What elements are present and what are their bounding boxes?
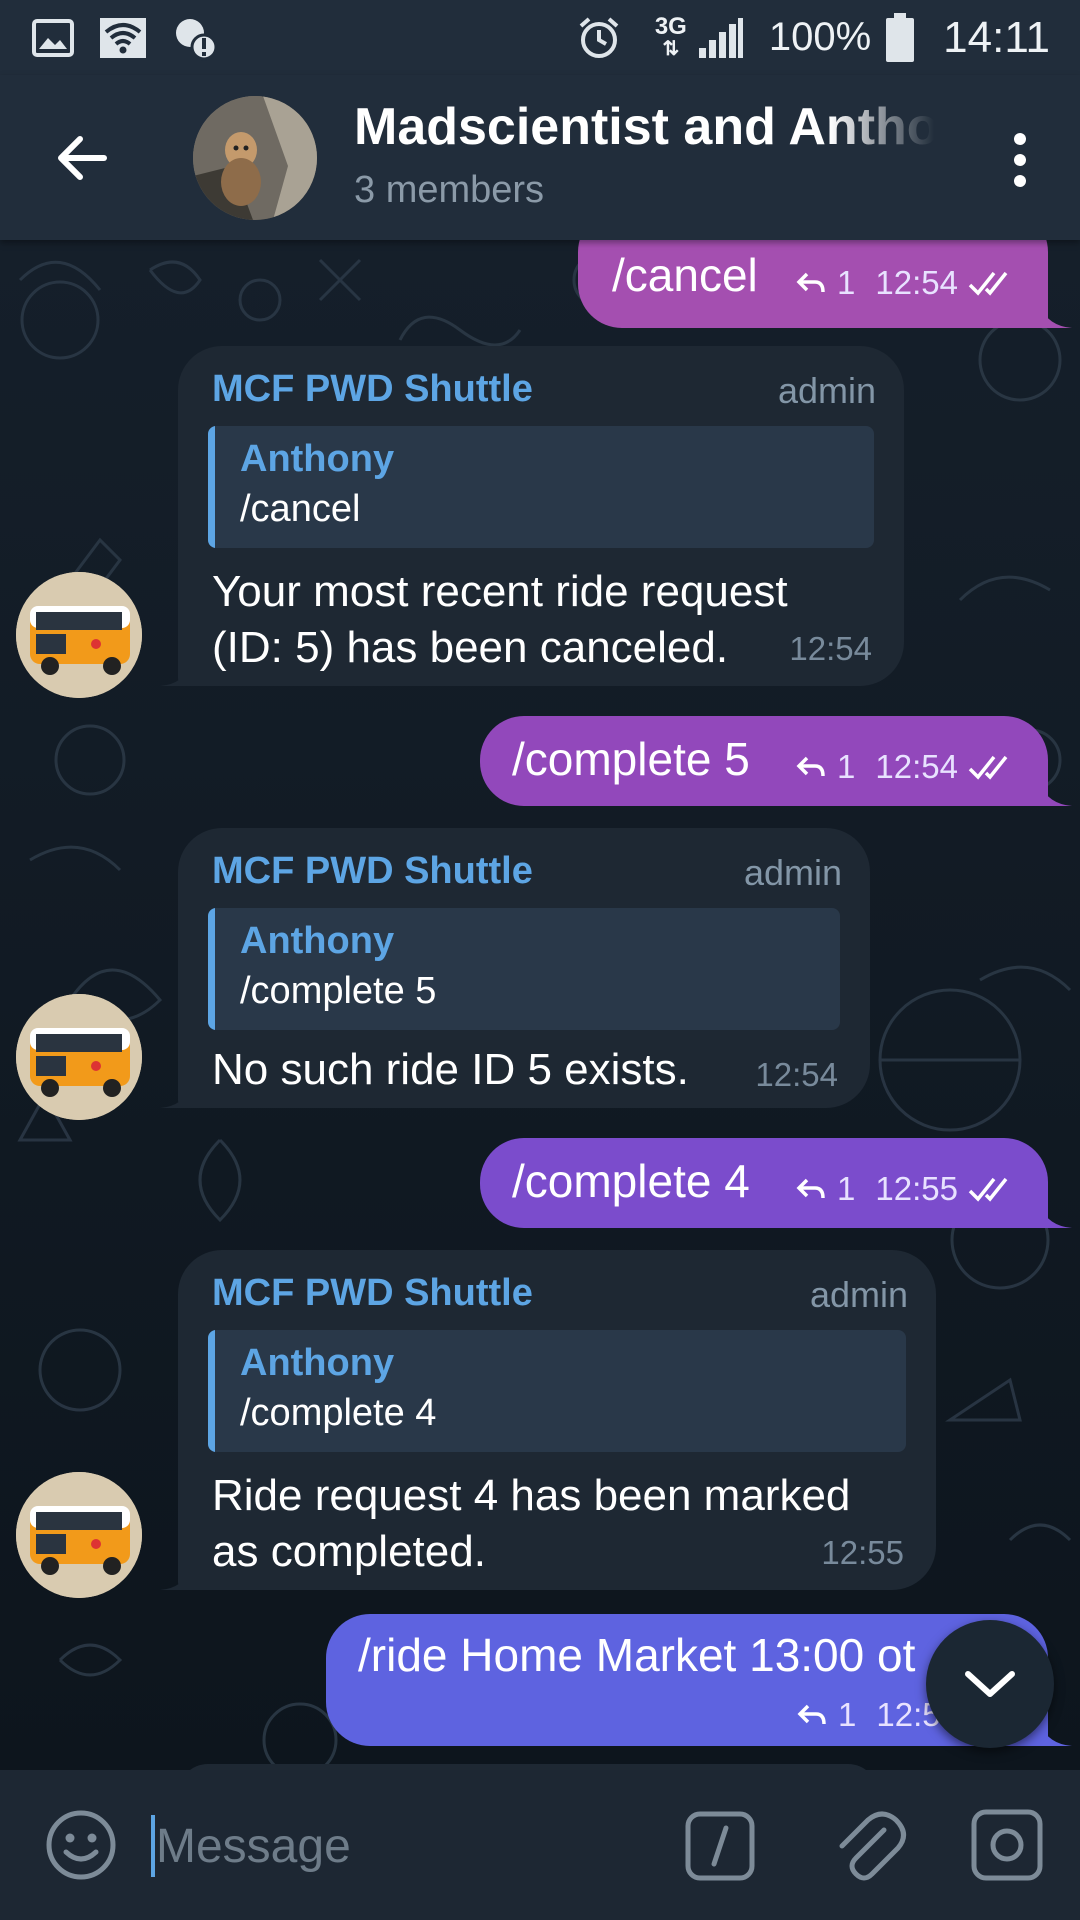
incoming-message[interactable]: MCF PWD Shuttle admin Anthony /complete … xyxy=(178,828,870,1108)
emoji-button[interactable] xyxy=(44,1808,118,1882)
reply-quote[interactable]: Anthony /complete 4 xyxy=(208,1330,906,1452)
message-time: 12:54 xyxy=(875,264,958,301)
admin-badge: admin xyxy=(743,852,842,893)
wifi-icon xyxy=(100,17,146,58)
group-avatar[interactable] xyxy=(193,96,317,220)
bubble-tail xyxy=(1040,1724,1072,1746)
outgoing-message[interactable]: /complete 5 1 12:54 xyxy=(480,716,1048,806)
double-check-icon xyxy=(968,271,1008,296)
incoming-message[interactable]: MCF PWD Shuttle admin Anthony /cancel Yo… xyxy=(178,346,904,686)
reply-icon xyxy=(796,1178,825,1199)
bot-commands-button[interactable] xyxy=(684,1810,756,1882)
clock: 14:11 xyxy=(943,12,1050,62)
paperclip-icon xyxy=(839,1811,906,1881)
message-text: No such ride ID 5 exists. xyxy=(212,1045,689,1094)
reply-count: 1 xyxy=(837,748,856,785)
slash-command-icon xyxy=(685,1811,755,1881)
gallery-icon xyxy=(32,18,74,57)
admin-badge: admin xyxy=(777,370,876,411)
alarm-icon xyxy=(575,14,623,62)
message-meta: 1 12:54 xyxy=(795,264,1018,302)
double-check-icon xyxy=(968,755,1008,780)
sender-name[interactable]: MCF PWD Shuttle xyxy=(212,368,533,411)
incoming-message[interactable]: MCF PWD Shuttle admin Anthony /complete … xyxy=(178,1250,936,1590)
camera-icon xyxy=(971,1809,1043,1881)
message-time: 12:54 xyxy=(755,1056,838,1093)
camera-button[interactable] xyxy=(970,1808,1044,1882)
message-time: 12:55 xyxy=(875,1170,958,1207)
message-meta: 1 12:54 xyxy=(795,748,1018,786)
composer xyxy=(0,1770,1080,1920)
bubble-tail xyxy=(160,664,190,686)
quote-author: Anthony xyxy=(240,920,395,962)
sender-name[interactable]: MCF PWD Shuttle xyxy=(212,1272,533,1315)
quote-author: Anthony xyxy=(240,438,395,480)
message-text: /cancel xyxy=(612,249,758,301)
members-count[interactable]: 3 members xyxy=(354,169,544,212)
reply-icon xyxy=(796,272,825,293)
chevron-down-icon xyxy=(965,1671,1015,1697)
message-text: Ride request 4 has been marked as comple… xyxy=(212,1471,851,1576)
bus-icon xyxy=(16,572,142,698)
chat-header: Madscientist and Anthony 3 members xyxy=(0,75,1080,240)
bus-icon xyxy=(16,1472,142,1598)
more-vert-icon xyxy=(1014,133,1026,187)
bubble-tail xyxy=(1040,306,1072,328)
sender-name[interactable]: MCF PWD Shuttle xyxy=(212,850,533,893)
message-text: Your most recent ride request (ID: 5) ha… xyxy=(212,567,788,672)
quote-text: /complete 4 xyxy=(240,1392,437,1434)
reply-quote[interactable]: Anthony /complete 5 xyxy=(208,908,840,1030)
bubble-tail xyxy=(1040,784,1072,806)
bot-avatar[interactable] xyxy=(16,994,142,1120)
data-alert-icon xyxy=(172,15,218,61)
message-text: /complete 5 xyxy=(512,733,750,785)
outgoing-message[interactable]: /complete 4 1 12:55 xyxy=(480,1138,1048,1228)
back-button[interactable] xyxy=(42,117,124,199)
message-list[interactable]: /cancel 1 12:54 MCF PWD Shuttle admin An… xyxy=(0,240,1080,1770)
message-meta: 1 12:55 xyxy=(795,1170,1018,1208)
attach-button[interactable] xyxy=(826,1804,910,1888)
message-time: 12:54 xyxy=(789,630,872,667)
bubble-tail xyxy=(160,1568,190,1590)
bot-avatar[interactable] xyxy=(16,1472,142,1598)
double-check-icon xyxy=(968,1177,1008,1202)
battery-icon xyxy=(885,12,915,63)
reply-icon xyxy=(797,1704,826,1725)
text-caret xyxy=(151,1815,155,1877)
bubble-tail xyxy=(160,1086,190,1108)
network-type: 3G ⇅ xyxy=(654,12,687,60)
status-bar: 3G ⇅ 100% 14:11 xyxy=(0,0,1080,75)
back-arrow-icon xyxy=(58,136,107,180)
reply-icon xyxy=(796,756,825,777)
message-text: /ride Home Market 13:00 ot xyxy=(358,1629,916,1681)
reply-quote[interactable]: Anthony /cancel xyxy=(208,426,874,548)
chat-title[interactable]: Madscientist and Anthony xyxy=(354,97,934,157)
quote-text: /cancel xyxy=(240,488,361,530)
message-time: 12:55 xyxy=(821,1534,904,1571)
reply-count: 1 xyxy=(837,264,856,301)
message-meta: 1 12:5 xyxy=(796,1696,941,1734)
reply-count: 1 xyxy=(838,1696,857,1733)
admin-badge: admin xyxy=(809,1274,908,1315)
outgoing-message[interactable]: /cancel 1 12:54 xyxy=(578,240,1048,328)
bot-avatar[interactable] xyxy=(16,572,142,698)
bus-icon xyxy=(16,994,142,1120)
message-time: 12:54 xyxy=(875,748,958,785)
signal-icon xyxy=(697,16,745,60)
scroll-to-bottom-button[interactable] xyxy=(926,1620,1054,1748)
emoji-icon xyxy=(46,1810,116,1880)
more-options-button[interactable] xyxy=(990,125,1050,195)
quote-text: /complete 5 xyxy=(240,970,437,1012)
message-text: /complete 4 xyxy=(512,1155,750,1207)
message-input[interactable] xyxy=(156,1810,656,1882)
quote-author: Anthony xyxy=(240,1342,395,1384)
battery-percent: 100% xyxy=(768,15,872,59)
bubble-tail xyxy=(1040,1206,1072,1228)
reply-count: 1 xyxy=(837,1170,856,1207)
